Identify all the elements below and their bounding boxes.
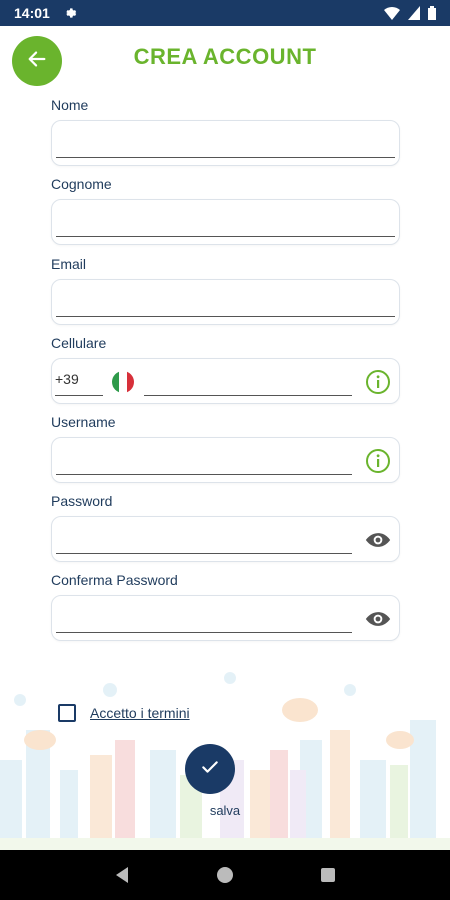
nome-field[interactable] bbox=[51, 120, 400, 166]
email-label: Email bbox=[51, 256, 87, 272]
status-time: 14:01 bbox=[14, 5, 50, 21]
conferma-password-underline bbox=[56, 632, 352, 633]
save-button[interactable] bbox=[185, 744, 235, 794]
signal-icon bbox=[408, 6, 420, 20]
password-field[interactable] bbox=[51, 516, 400, 562]
conferma-password-field[interactable] bbox=[51, 595, 400, 641]
cognome-label: Cognome bbox=[51, 176, 112, 192]
status-bar: 14:01 bbox=[0, 0, 450, 26]
terms-row[interactable]: Accetto i termini bbox=[58, 704, 190, 722]
username-input[interactable] bbox=[58, 446, 352, 472]
nome-underline bbox=[56, 157, 395, 158]
cognome-input[interactable] bbox=[58, 208, 393, 234]
eye-icon[interactable] bbox=[365, 527, 391, 553]
username-label: Username bbox=[51, 414, 116, 430]
settings-icon bbox=[64, 6, 78, 20]
email-underline bbox=[56, 316, 395, 317]
home-circle-icon[interactable] bbox=[213, 863, 237, 887]
navigation-bar bbox=[0, 850, 450, 900]
cognome-field[interactable] bbox=[51, 199, 400, 245]
cellulare-underline bbox=[144, 395, 352, 396]
recents-square-icon[interactable] bbox=[316, 863, 340, 887]
password-input[interactable] bbox=[58, 525, 352, 551]
email-input[interactable] bbox=[58, 288, 393, 314]
nome-label: Nome bbox=[51, 97, 89, 113]
save-label: salva bbox=[209, 803, 241, 818]
back-triangle-icon[interactable] bbox=[110, 863, 134, 887]
info-icon[interactable] bbox=[365, 369, 391, 395]
password-label: Password bbox=[51, 493, 113, 509]
check-icon bbox=[200, 757, 220, 782]
cellulare-input[interactable] bbox=[144, 367, 352, 393]
conferma-password-input[interactable] bbox=[58, 604, 352, 630]
nome-input[interactable] bbox=[58, 129, 393, 155]
phone-prefix[interactable]: +39 bbox=[55, 371, 79, 387]
eye-icon[interactable] bbox=[365, 606, 391, 632]
italy-flag-icon[interactable] bbox=[112, 371, 134, 393]
cellulare-label: Cellulare bbox=[51, 335, 107, 351]
terms-checkbox[interactable] bbox=[58, 704, 76, 722]
info-icon[interactable] bbox=[365, 448, 391, 474]
conferma-password-label: Conferma Password bbox=[51, 572, 178, 588]
prefix-underline bbox=[55, 395, 103, 396]
cellulare-field[interactable]: +39 bbox=[51, 358, 400, 404]
password-underline bbox=[56, 553, 352, 554]
username-underline bbox=[56, 474, 352, 475]
cognome-underline bbox=[56, 236, 395, 237]
wifi-icon bbox=[384, 6, 400, 20]
email-field[interactable] bbox=[51, 279, 400, 325]
battery-icon bbox=[428, 6, 436, 20]
terms-label[interactable]: Accetto i termini bbox=[90, 705, 190, 721]
page-title: CREA ACCOUNT bbox=[133, 44, 317, 69]
username-field[interactable] bbox=[51, 437, 400, 483]
